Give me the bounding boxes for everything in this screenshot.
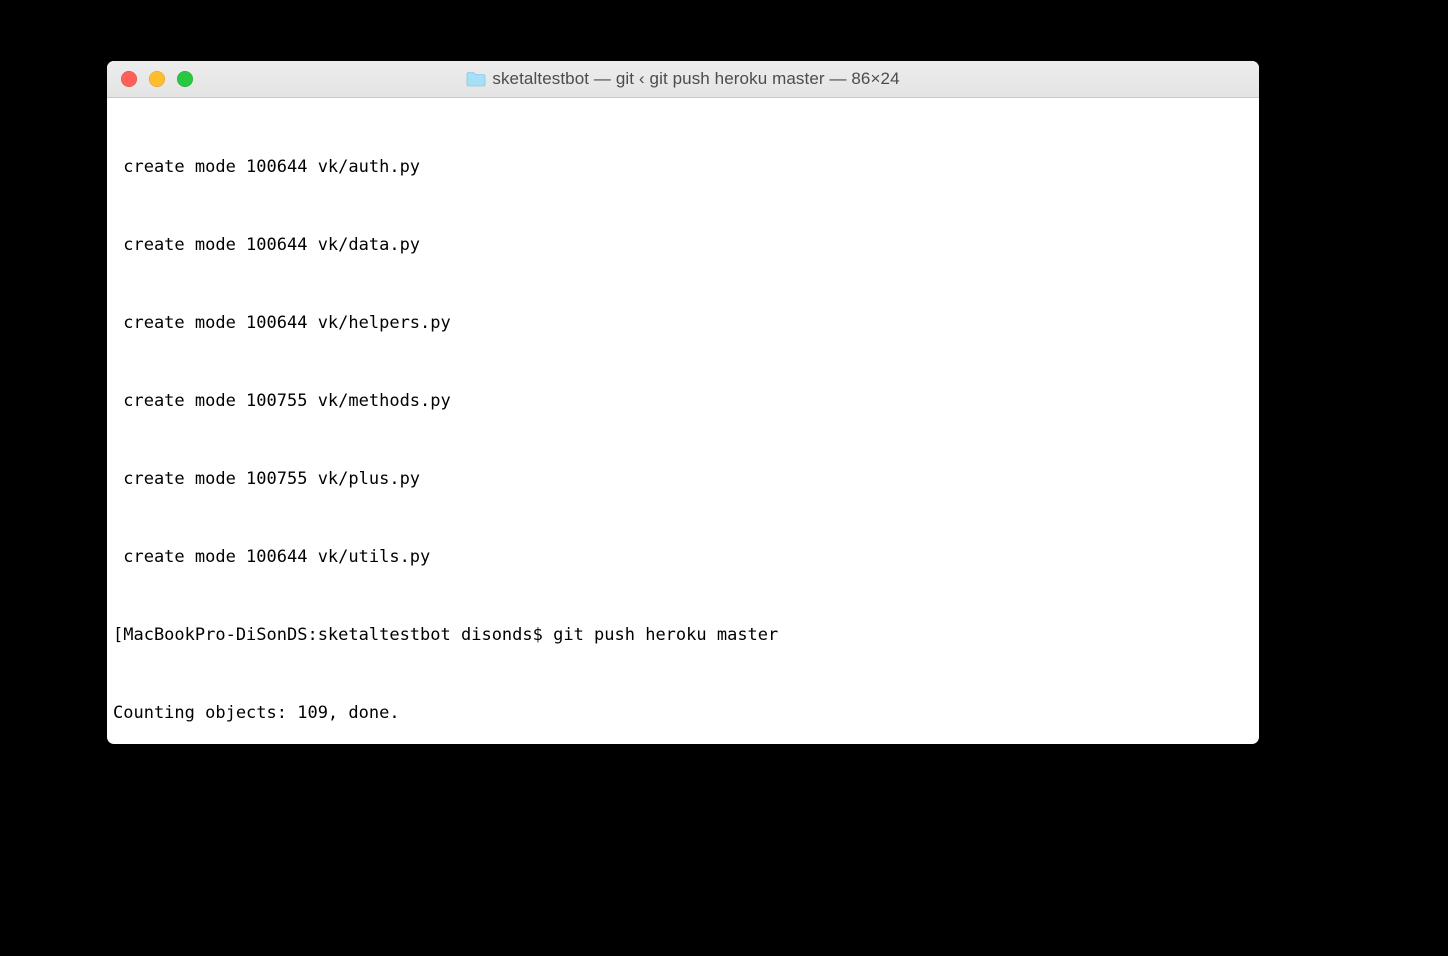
terminal-line: create mode 100644 vk/utils.py [107, 544, 1259, 570]
terminal-window: sketaltestbot — git ‹ git push heroku ma… [107, 61, 1259, 744]
close-button[interactable] [121, 71, 137, 87]
terminal-line: [MacBookPro-DiSonDS:sketaltestbot disond… [107, 622, 1259, 648]
terminal-output[interactable]: create mode 100644 vk/auth.py create mod… [107, 98, 1259, 744]
titlebar[interactable]: sketaltestbot — git ‹ git push heroku ma… [107, 61, 1259, 98]
terminal-line: create mode 100644 vk/helpers.py [107, 310, 1259, 336]
folder-icon [466, 71, 486, 87]
window-title: sketaltestbot — git ‹ git push heroku ma… [492, 69, 899, 89]
zoom-button[interactable] [177, 71, 193, 87]
title-center: sketaltestbot — git ‹ git push heroku ma… [107, 69, 1259, 89]
terminal-line: create mode 100755 vk/plus.py [107, 466, 1259, 492]
terminal-line: create mode 100755 vk/methods.py [107, 388, 1259, 414]
terminal-line: create mode 100644 vk/auth.py [107, 154, 1259, 180]
terminal-line: create mode 100644 vk/data.py [107, 232, 1259, 258]
traffic-lights [107, 71, 193, 87]
minimize-button[interactable] [149, 71, 165, 87]
terminal-line: Counting objects: 109, done. [107, 700, 1259, 726]
